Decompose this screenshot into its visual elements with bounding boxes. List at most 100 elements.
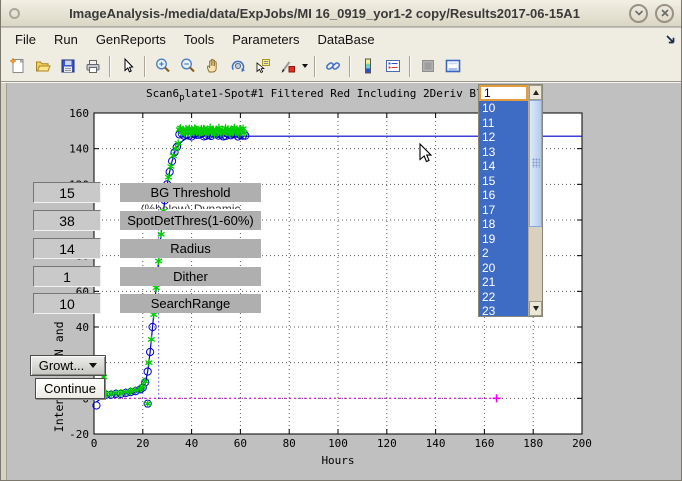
list-item[interactable]: 17 (479, 203, 528, 218)
spotdetthres-1-60-field[interactable] (33, 210, 101, 231)
close-window-button[interactable] (655, 4, 674, 23)
dock-arrow-icon[interactable] (665, 33, 676, 48)
close-icon (659, 7, 671, 19)
triangle-up-icon (533, 90, 539, 95)
list-item[interactable]: 15 (479, 174, 528, 189)
dither-label: Dither (120, 267, 261, 286)
save-floppy-icon (59, 57, 77, 75)
insert-legend-button[interactable] (380, 54, 405, 79)
open-file-button[interactable] (30, 54, 55, 79)
disabled-square-icon (419, 57, 437, 75)
list-item[interactable]: 14 (479, 159, 528, 174)
menu-genreports[interactable]: GenReports (88, 30, 174, 49)
svg-text:20: 20 (136, 437, 149, 450)
list-item[interactable]: 13 (479, 145, 528, 160)
window-menu-icon[interactable] (9, 8, 20, 19)
disabled-square-button (415, 54, 440, 79)
select-cursor-button[interactable] (115, 54, 140, 79)
new-figure-button[interactable] (5, 54, 30, 79)
continue-label: Continue (44, 381, 96, 396)
list-item[interactable]: 11 (479, 116, 528, 131)
bg-threshold-label: BG Threshold (120, 183, 261, 202)
svg-text:160: 160 (69, 107, 89, 120)
pan-button[interactable] (200, 54, 225, 79)
pan-hand-icon (204, 57, 222, 75)
open-folder-icon (34, 57, 52, 75)
save-figure-button[interactable] (55, 54, 80, 79)
scroll-down-button[interactable] (529, 301, 542, 316)
menu-file[interactable]: File (7, 30, 44, 49)
brush-dropdown-button[interactable] (300, 54, 310, 79)
brush-data-button[interactable] (275, 54, 300, 79)
plot-canvas[interactable]: 020406080100120140160180200-200204060801… (1, 83, 681, 480)
growth-popup-button[interactable]: Growt... (30, 355, 106, 376)
bg-threshold-sublabel: (%below) Dynamic (120, 203, 261, 209)
spotdetthres-1-60-label: SpotDetThres(1-60%) (120, 211, 261, 230)
menu-bar: FileRunGenReportsToolsParametersDataBase (1, 28, 681, 51)
toolbar-separator (349, 56, 351, 77)
svg-text:0: 0 (91, 437, 98, 450)
searchrange-field[interactable] (33, 293, 101, 314)
svg-text:60: 60 (234, 437, 247, 450)
menu-parameters[interactable]: Parameters (224, 30, 307, 49)
continue-button[interactable]: Continue (35, 378, 105, 399)
list-item[interactable]: 10 (479, 101, 528, 116)
bg-threshold-field[interactable] (33, 182, 101, 203)
data-cursor-button[interactable] (250, 54, 275, 79)
svg-text:40: 40 (185, 437, 198, 450)
spot-listbox[interactable]: 110111213141516171819220212223 (478, 84, 543, 317)
scrollbar-track[interactable] (529, 100, 542, 301)
dock-window-icon (444, 57, 462, 75)
scrollbar-thumb[interactable] (529, 100, 542, 227)
menu-tools[interactable]: Tools (176, 30, 222, 49)
x-axis-label: Hours (321, 454, 354, 467)
svg-text:100: 100 (328, 437, 348, 450)
menu-items: FileRunGenReportsToolsParametersDataBase (1, 30, 383, 49)
svg-text:80: 80 (283, 437, 296, 450)
svg-text:180: 180 (523, 437, 543, 450)
list-item[interactable]: 19 (479, 232, 528, 247)
zoom-out-button[interactable] (175, 54, 200, 79)
list-item[interactable]: 22 (479, 290, 528, 305)
plot-title: Scan6plate1-Spot#1 Filtered Red Includin… (146, 87, 483, 103)
figure-area: 020406080100120140160180200-200204060801… (1, 82, 681, 480)
shade-window-button[interactable] (629, 4, 648, 23)
svg-text:120: 120 (377, 437, 397, 450)
scroll-up-button[interactable] (529, 85, 542, 100)
new-file-icon (9, 57, 27, 75)
chevron-down-icon (633, 7, 645, 19)
growth-popup-label: Growt... (39, 358, 85, 373)
list-item[interactable]: 23 (479, 304, 528, 317)
chevron-down-icon (89, 363, 97, 368)
svg-text:160: 160 (474, 437, 494, 450)
arrow-cursor-icon (119, 57, 137, 75)
print-figure-button[interactable] (80, 54, 105, 79)
menu-database[interactable]: DataBase (309, 30, 382, 49)
radius-field[interactable] (33, 238, 101, 259)
toolbar-separator (409, 56, 411, 77)
svg-text:40: 40 (76, 321, 89, 334)
link-plots-button[interactable] (320, 54, 345, 79)
list-item[interactable]: 20 (479, 261, 528, 276)
rotate-3d-button[interactable] (225, 54, 250, 79)
list-item[interactable]: 12 (479, 130, 528, 145)
toolbar-separator (314, 56, 316, 77)
listbox-scrollbar[interactable] (528, 85, 542, 316)
zoom-in-button[interactable] (150, 54, 175, 79)
list-item[interactable]: 16 (479, 188, 528, 203)
title-bar[interactable]: ImageAnalysis-/media/data/ExpJobs/MI 16_… (1, 0, 681, 27)
dither-field[interactable] (33, 266, 101, 287)
insert-colorbar-button[interactable] (355, 54, 380, 79)
menu-run[interactable]: Run (46, 30, 86, 49)
mouse-cursor-icon (419, 143, 433, 163)
rotate-3d-icon (229, 57, 247, 75)
list-item[interactable]: 21 (479, 275, 528, 290)
data-cursor-icon (254, 57, 272, 75)
svg-text:-20: -20 (69, 428, 89, 441)
list-item[interactable]: 18 (479, 217, 528, 232)
app-window: ImageAnalysis-/media/data/ExpJobs/MI 16_… (0, 0, 682, 481)
list-item[interactable]: 2 (479, 246, 528, 261)
window-title: ImageAnalysis-/media/data/ExpJobs/MI 16_… (20, 6, 629, 21)
dock-figure-button[interactable] (440, 54, 465, 79)
list-item-focused[interactable]: 1 (479, 85, 528, 101)
